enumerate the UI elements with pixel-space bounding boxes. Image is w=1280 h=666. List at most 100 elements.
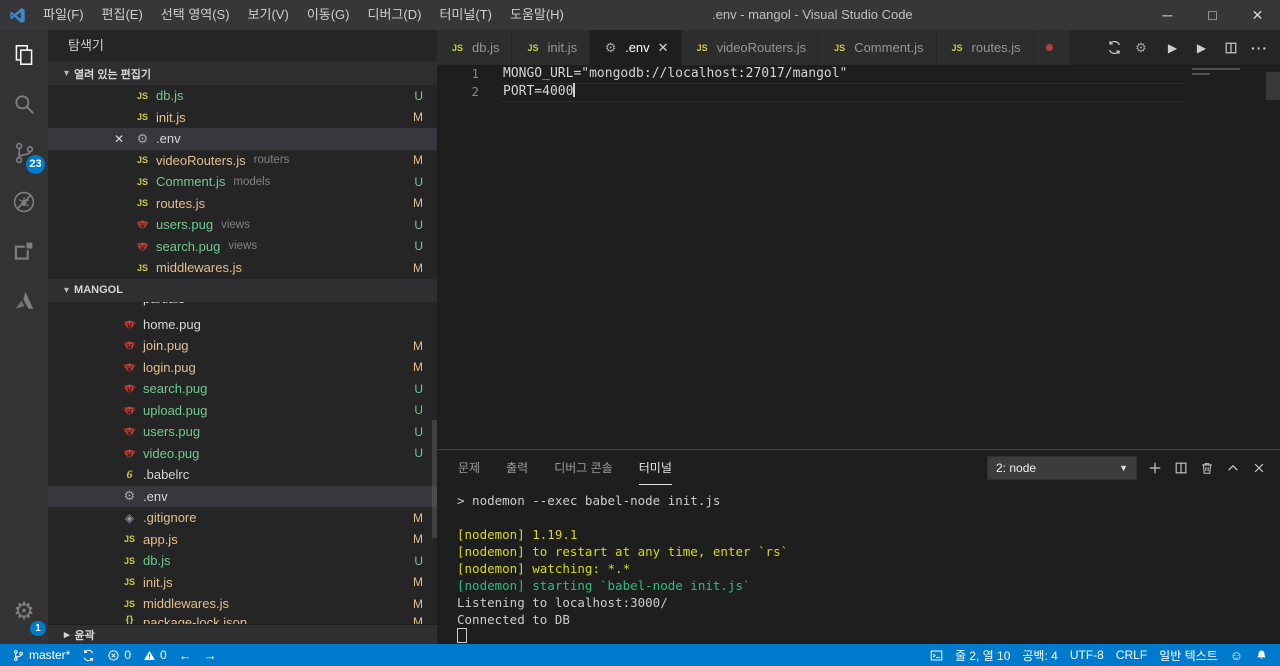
run-without-debugging-icon[interactable]: ▶ — [1187, 30, 1216, 65]
menu-item[interactable]: 보기(V) — [239, 0, 298, 30]
file-item-.gitignore[interactable]: ◈.gitignoreM — [48, 507, 437, 529]
tab-Comment.js[interactable]: JSComment.js — [819, 30, 936, 65]
menu-item[interactable]: 터미널(T) — [430, 0, 500, 30]
file-item-join.pug[interactable]: join.pugM — [48, 335, 437, 357]
menu-item[interactable]: 선택 영역(S) — [152, 0, 239, 30]
status-cursor-position[interactable]: 줄 2, 열 10 — [949, 644, 1016, 666]
status-eol[interactable]: CRLF — [1110, 644, 1153, 666]
file-item-video.pug[interactable]: video.pugU — [48, 443, 437, 465]
run-icon[interactable]: ▶ — [1158, 30, 1187, 65]
status-nav-back[interactable]: ← — [173, 644, 198, 666]
file-item-db.js[interactable]: JSdb.jsU — [48, 550, 437, 572]
project-section-header[interactable]: ▾ MANGOL — [48, 279, 437, 302]
file-item-.babelrc[interactable]: 6.babelrc — [48, 464, 437, 486]
panel-tab-디버그 콘솔[interactable]: 디버그 콘솔 — [554, 451, 613, 485]
status-indentation[interactable]: 공백: 4 — [1016, 644, 1063, 666]
split-editor-icon[interactable] — [1216, 30, 1245, 65]
terminal-select[interactable]: 2: node ▼ — [987, 456, 1137, 480]
bottom-panel: 문제 출력 디버그 콘솔 터미널 2: node ▼ > nodemon --exec… — [437, 449, 1280, 644]
file-name: db.js — [143, 553, 170, 568]
settings-gear-icon[interactable]: ⚙ — [1129, 30, 1158, 65]
activity-extensions-icon[interactable] — [0, 226, 48, 275]
folder-item-partials[interactable]: ▸partials — [48, 302, 437, 314]
warnings-icon — [143, 649, 156, 662]
file-item-users.pug[interactable]: users.pugviewsU — [48, 214, 437, 236]
editor-scrollbar[interactable] — [1266, 72, 1280, 100]
file-item-.env[interactable]: ⚙.env — [48, 486, 437, 508]
git-status-badge: M — [413, 339, 423, 353]
status-language-mode[interactable]: 일반 텍스트 — [1153, 644, 1224, 666]
git-status-badge: U — [414, 218, 423, 232]
file-path-hint: routers — [254, 154, 290, 166]
panel-tab-문제[interactable]: 문제 — [458, 451, 480, 485]
file-item-home.pug[interactable]: home.pug — [48, 314, 437, 336]
terminal-output[interactable]: > nodemon --exec babel-node init.js [node… — [437, 485, 1280, 644]
menu-item[interactable]: 도움말(H) — [501, 0, 573, 30]
tab-routes.js[interactable]: JSroutes.js — [937, 30, 1034, 65]
file-item-users.pug[interactable]: users.pugU — [48, 421, 437, 443]
tab-init.js[interactable]: JSinit.js — [512, 30, 590, 65]
file-item-.env[interactable]: ✕⚙.env — [48, 128, 437, 150]
activity-azure-icon[interactable] — [0, 275, 48, 324]
file-item-middlewares.js[interactable]: JSmiddlewares.jsM — [48, 257, 437, 279]
split-terminal-icon[interactable] — [1168, 455, 1194, 481]
status-warnings[interactable]: 0 — [137, 644, 173, 666]
editor-column: JSdb.jsJSinit.js⚙.env✕JSvideoRouters.jsJ… — [437, 30, 1280, 644]
status-feedback[interactable]: ☺ — [1224, 644, 1249, 666]
maximize-panel-icon[interactable] — [1220, 455, 1246, 481]
terminal-text: > nodemon --exec babel-node init.js — [457, 493, 720, 508]
code-line: 1MONGO_URL="mongodb://localhost:27017/ma… — [437, 65, 1280, 83]
tab-partial[interactable] — [1034, 30, 1071, 65]
activity-source-control-icon[interactable]: 23 — [0, 128, 48, 177]
file-item-init.js[interactable]: JSinit.jsM — [48, 107, 437, 129]
close-icon[interactable]: ✕ — [114, 132, 124, 146]
file-item-routes.js[interactable]: JSroutes.jsM — [48, 193, 437, 215]
more-actions-icon[interactable]: ··· — [1245, 30, 1274, 65]
maximize-button[interactable]: □ — [1190, 0, 1235, 30]
file-item-middlewares.js[interactable]: JSmiddlewares.jsM — [48, 593, 437, 615]
code-editor[interactable]: 1MONGO_URL="mongodb://localhost:27017/ma… — [437, 65, 1280, 449]
tab-db.js[interactable]: JSdb.js — [437, 30, 512, 65]
kill-terminal-icon[interactable] — [1194, 455, 1220, 481]
file-item-search.pug[interactable]: search.pugU — [48, 378, 437, 400]
file-item-search.pug[interactable]: search.pugviewsU — [48, 236, 437, 258]
activity-search-icon[interactable] — [0, 79, 48, 128]
file-item-Comment.js[interactable]: JSComment.jsmodelsU — [48, 171, 437, 193]
activity-debug-icon[interactable] — [0, 177, 48, 226]
sync-icon — [82, 649, 95, 662]
menu-item[interactable]: 디버그(D) — [359, 0, 431, 30]
minimize-button[interactable]: ─ — [1145, 0, 1190, 30]
close-button[interactable]: ✕ — [1235, 0, 1280, 30]
activity-explorer-icon[interactable] — [0, 30, 48, 79]
panel-tab-터미널[interactable]: 터미널 — [639, 451, 672, 485]
new-terminal-icon[interactable] — [1142, 455, 1168, 481]
status-terminal-indicator[interactable] — [924, 644, 949, 666]
tab-.env[interactable]: ⚙.env✕ — [590, 30, 681, 65]
file-item-login.pug[interactable]: login.pugM — [48, 357, 437, 379]
terminal-text: [nodemon] watching: *.* — [457, 561, 630, 576]
status-sync[interactable] — [76, 644, 101, 666]
activity-manage-icon[interactable]: ⚙1 — [0, 587, 48, 636]
close-icon[interactable]: ✕ — [658, 40, 669, 56]
menu-item[interactable]: 편집(E) — [93, 0, 152, 30]
outline-section-header[interactable]: ▸ 윤곽 — [48, 624, 437, 644]
panel-tab-출력[interactable]: 출력 — [506, 451, 528, 485]
status-label: 0 — [160, 648, 167, 662]
file-item-app.js[interactable]: JSapp.jsM — [48, 529, 437, 551]
file-item-upload.pug[interactable]: upload.pugU — [48, 400, 437, 422]
status-encoding[interactable]: UTF-8 — [1064, 644, 1110, 666]
close-panel-icon[interactable] — [1246, 455, 1272, 481]
open-changes-icon[interactable] — [1100, 30, 1129, 65]
status-git-branch[interactable]: master* — [6, 644, 76, 666]
tab-videoRouters.js[interactable]: JSvideoRouters.js — [682, 30, 820, 65]
file-item-init.js[interactable]: JSinit.jsM — [48, 572, 437, 594]
status-label: 공백: 4 — [1022, 647, 1057, 664]
menu-item[interactable]: 파일(F) — [34, 0, 93, 30]
status-notifications[interactable] — [1249, 644, 1274, 666]
status-nav-forward[interactable]: → — [198, 644, 223, 666]
menu-item[interactable]: 이동(G) — [298, 0, 359, 30]
open-editors-header[interactable]: ▾ 열려 있는 편집기 — [48, 62, 437, 85]
status-errors[interactable]: 0 — [101, 644, 137, 666]
file-item-videoRouters.js[interactable]: JSvideoRouters.jsroutersM — [48, 150, 437, 172]
file-item-db.js[interactable]: JSdb.jsU — [48, 85, 437, 107]
